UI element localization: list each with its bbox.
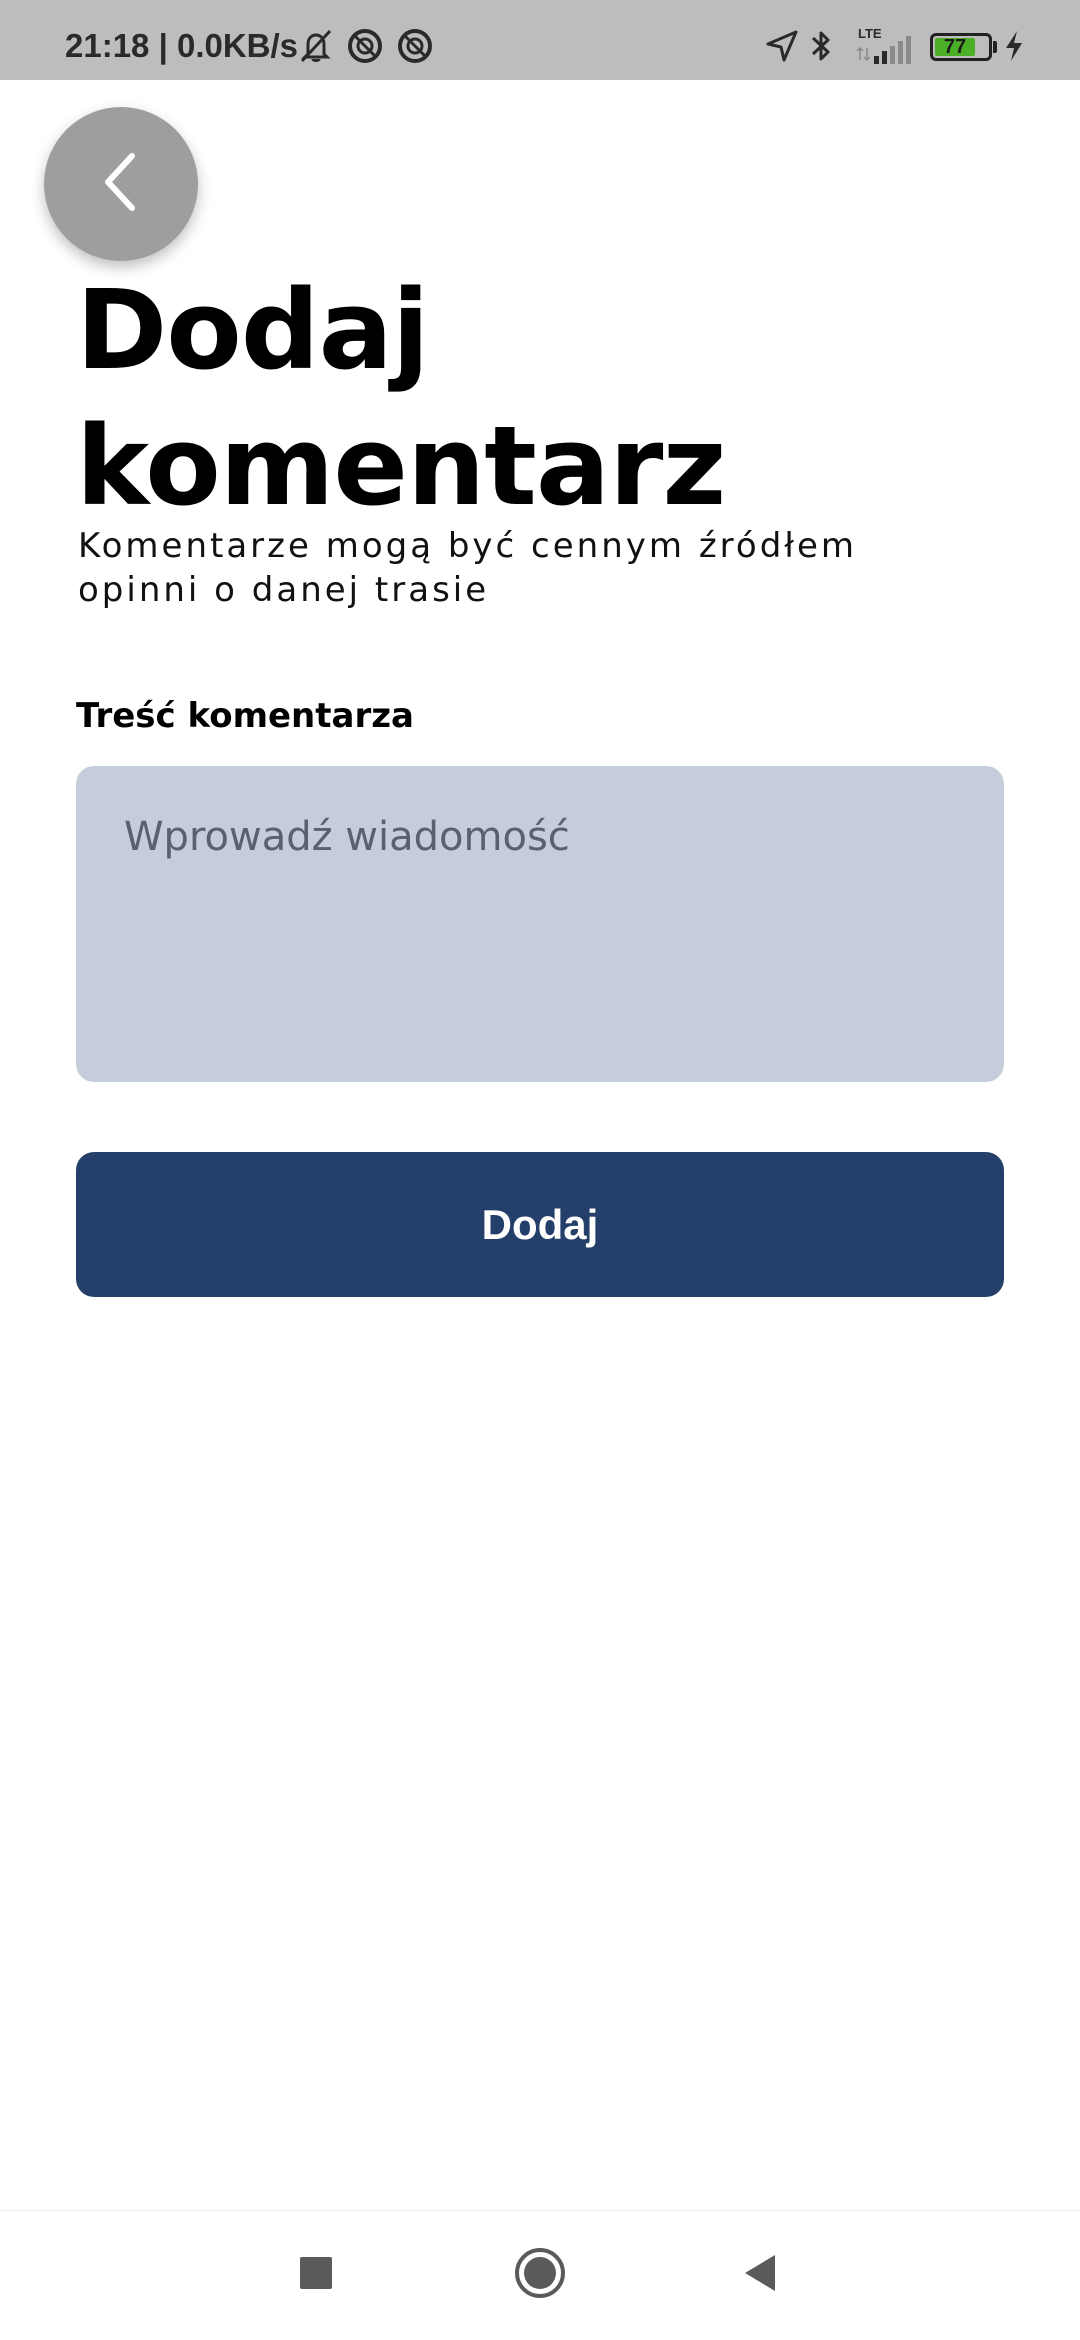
muted-bell-icon	[296, 28, 336, 64]
chevron-left-icon	[96, 150, 146, 219]
back-triangle-icon	[741, 2253, 779, 2298]
page-title: Dodaj komentarz	[76, 266, 726, 530]
charging-bolt-icon	[1002, 28, 1026, 64]
recents-button[interactable]	[256, 2211, 376, 2340]
back-button[interactable]	[44, 107, 198, 261]
svg-text:LTE: LTE	[858, 26, 882, 41]
page-subtitle: Komentarze mogą być cennym źródłem opinn…	[78, 526, 857, 610]
signal-bars-icon: LTE	[856, 26, 916, 64]
battery-fill: 77	[935, 36, 976, 58]
battery-icon: 77	[930, 33, 992, 61]
status-bar: 21:18 | 0.0KB/s LTE 77	[0, 0, 1080, 80]
location-arrow-icon	[764, 28, 800, 64]
add-comment-button-label: Dodaj	[481, 1200, 599, 1248]
system-back-button[interactable]	[700, 2211, 820, 2340]
comment-field-label: Treść komentarza	[76, 696, 414, 736]
battery-cap	[993, 41, 997, 53]
recents-square-icon	[299, 2256, 333, 2295]
blocked-circle-icon	[346, 28, 384, 64]
status-time-speed: 21:18 | 0.0KB/s	[65, 27, 299, 64]
bluetooth-icon	[808, 28, 834, 64]
comment-message-input[interactable]	[76, 766, 1004, 1082]
blocked-circle-icon	[396, 28, 434, 64]
system-nav-bar	[0, 2211, 1080, 2340]
battery-level: 77	[943, 36, 967, 58]
add-comment-button[interactable]: Dodaj	[76, 1152, 1004, 1297]
home-button[interactable]	[480, 2211, 600, 2340]
home-circle-icon	[513, 2246, 567, 2305]
